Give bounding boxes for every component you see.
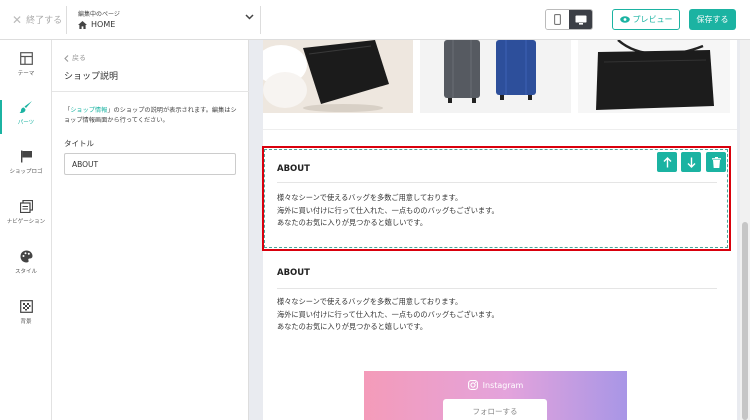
title-input[interactable] — [64, 153, 236, 175]
about-text-line: 海外に買い付けに行って仕入れた、一点もののバッグもございます。 — [277, 205, 499, 215]
rail-item-label: テーマ — [17, 71, 35, 77]
home-icon — [78, 20, 87, 29]
black-handbag-image — [263, 40, 413, 113]
monitor-icon — [575, 15, 586, 25]
move-down-button[interactable] — [681, 152, 701, 172]
background-icon — [19, 300, 33, 313]
about-text-line: 海外に買い付けに行って仕入れた、一点もののバッグもございます。 — [277, 309, 499, 319]
about-text: 様々なシーンで使えるバッグを多数ご用意しております。 海外に買い付けに行って仕入… — [277, 296, 499, 334]
flag-icon — [20, 150, 32, 163]
page-select-value-row: HOME — [78, 20, 115, 29]
chevron-left-icon — [64, 54, 69, 62]
instagram-label: Instagram — [482, 380, 524, 390]
chevron-down-icon — [245, 14, 254, 20]
panel-divider — [52, 91, 249, 92]
instagram-icon — [467, 380, 478, 390]
follow-button[interactable]: フォローする — [443, 399, 547, 420]
about-text-line: あなたのお気に入りが見つかると嬉しいです。 — [277, 218, 428, 228]
move-up-button[interactable] — [657, 152, 677, 172]
layout-icon — [19, 52, 33, 65]
rail-item-shop-logo[interactable]: ショップロゴ — [0, 144, 52, 188]
page-select-caption: 編集中のページ — [78, 11, 120, 18]
eye-icon — [619, 16, 630, 23]
back-link[interactable]: 戻る — [64, 53, 86, 63]
palette-icon — [20, 250, 32, 263]
about-text-line: 様々なシーンで使えるバッグを多数ご用意しております。 — [277, 193, 463, 202]
brush-icon — [19, 101, 32, 114]
canvas-scrollbar[interactable] — [740, 40, 750, 420]
page-preview: ABOUT 様々なシーンで使えるバッグを多数ご用意しております。 海外に買い付け… — [263, 40, 737, 420]
rail-item-label: スタイル — [14, 269, 37, 275]
about-title-rule — [277, 288, 717, 289]
about-title-rule — [277, 182, 717, 183]
section-divider — [263, 129, 737, 130]
arrow-down-icon — [687, 157, 695, 168]
toolbar-divider — [260, 6, 261, 34]
save-button[interactable]: 保存する — [689, 9, 736, 30]
settings-panel: 戻る ショップ説明 「ショップ情報」のショップの説明が表示されます。編集はショッ… — [52, 40, 249, 420]
scrollbar-thumb[interactable] — [742, 222, 748, 420]
rail-item-parts[interactable]: パーツ — [0, 94, 52, 138]
trash-icon — [711, 156, 721, 168]
device-toggle — [545, 9, 593, 30]
close-editor-button[interactable]: ✕ 終了する — [12, 12, 63, 27]
left-nav-rail: テーマ パーツ ショップロゴ ナビゲーション スタイル 背景 — [0, 40, 52, 420]
preview-canvas: ABOUT 様々なシーンで使えるバッグを多数ご用意しております。 海外に買い付け… — [250, 40, 740, 420]
instagram-banner: Instagram フォローする — [364, 371, 627, 420]
top-bar: ✕ 終了する 編集中のページ HOME プレビュー 保存する — [0, 0, 750, 40]
rail-item-label: パーツ — [17, 120, 35, 126]
preview-button[interactable]: プレビュー — [612, 9, 680, 30]
instagram-header: Instagram — [364, 380, 627, 390]
about-section[interactable]: ABOUT 様々なシーンで使えるバッグを多数ご用意しております。 海外に買い付け… — [263, 254, 737, 374]
navigation-icon — [19, 200, 33, 213]
about-text-line: 様々なシーンで使えるバッグを多数ご用意しております。 — [277, 297, 463, 306]
delete-button[interactable] — [706, 152, 726, 172]
rail-item-style[interactable]: スタイル — [0, 244, 52, 288]
close-label: 終了する — [26, 16, 63, 26]
about-title: ABOUT — [277, 268, 310, 278]
back-label: 戻る — [72, 54, 86, 62]
smartphone-icon — [554, 14, 561, 25]
preview-label: プレビュー — [632, 15, 673, 24]
toolbar-divider — [66, 6, 67, 34]
page-select-value: HOME — [91, 20, 116, 29]
arrow-up-icon — [663, 156, 671, 167]
page-select[interactable]: 編集中のページ HOME — [78, 8, 254, 32]
briefcase-image — [578, 40, 730, 113]
rail-item-label: 背景 — [20, 319, 32, 325]
rail-item-label: ナビゲーション — [6, 219, 46, 225]
rail-item-theme[interactable]: テーマ — [0, 46, 52, 90]
product-image-row — [263, 40, 737, 114]
about-text-line: あなたのお気に入りが見つかると嬉しいです。 — [277, 322, 428, 332]
rail-item-label: ショップロゴ — [9, 169, 43, 175]
panel-description: 「ショップ情報」のショップの説明が表示されます。編集はショップ情報画面から行って… — [64, 106, 242, 125]
product-image[interactable] — [263, 40, 413, 113]
shop-info-link[interactable]: ショップ情報 — [70, 107, 107, 114]
product-image[interactable] — [420, 40, 571, 113]
rail-item-navigation[interactable]: ナビゲーション — [0, 194, 52, 238]
product-image[interactable] — [578, 40, 730, 113]
desktop-view-button[interactable] — [569, 10, 592, 29]
title-field-label: タイトル — [64, 139, 94, 148]
mobile-view-button[interactable] — [546, 10, 569, 29]
suitcases-image — [420, 40, 571, 113]
about-title: ABOUT — [277, 164, 310, 174]
close-icon: ✕ — [12, 12, 23, 27]
about-text: 様々なシーンで使えるバッグを多数ご用意しております。 海外に買い付けに行って仕入… — [277, 192, 499, 230]
panel-title: ショップ説明 — [64, 72, 119, 82]
rail-item-background[interactable]: 背景 — [0, 294, 52, 338]
